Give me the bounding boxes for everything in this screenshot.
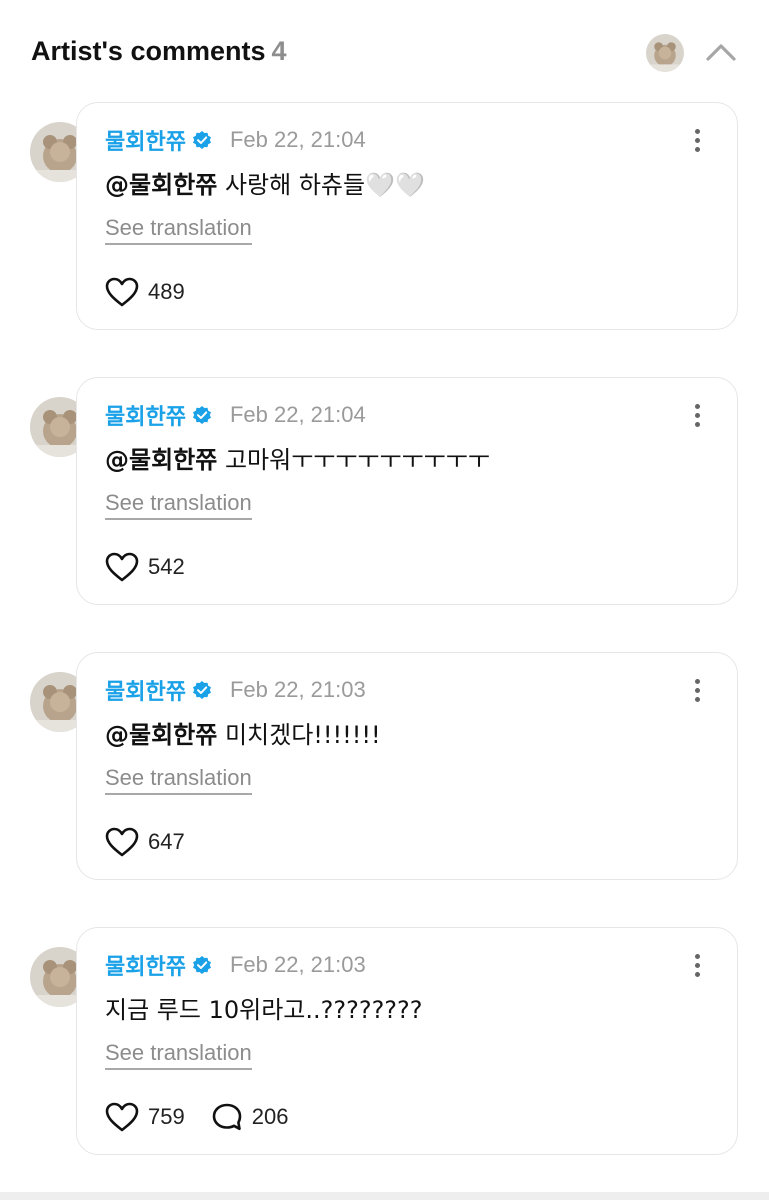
see-translation-link[interactable]: See translation: [105, 490, 252, 520]
comment-card: 물회한쮸 Feb 22, 21:04 @물회한쮸 고마워ㅜㅜㅜㅜㅜㅜㅜㅜㅜ Se…: [76, 377, 738, 605]
mention[interactable]: @물회한쮸: [105, 446, 217, 474]
heart-icon: [105, 277, 139, 307]
comment-count: 4: [271, 36, 287, 66]
section-title-text: Artist's comments: [31, 36, 266, 66]
see-translation-link[interactable]: See translation: [105, 1040, 252, 1070]
comment-body: 사랑해 하츄들🤍🤍: [217, 171, 425, 199]
comment-body: 고마워ㅜㅜㅜㅜㅜㅜㅜㅜㅜ: [217, 446, 490, 474]
author-name[interactable]: 물회한쮸: [105, 674, 186, 706]
comment-item: 물회한쮸 Feb 22, 21:04 @물회한쮸 고마워ㅜㅜㅜㅜㅜㅜㅜㅜㅜ Se…: [0, 377, 769, 609]
like-button[interactable]: 647: [105, 827, 185, 857]
like-button[interactable]: 542: [105, 552, 185, 582]
author-name[interactable]: 물회한쮸: [105, 124, 186, 156]
comment-card: 물회한쮸 Feb 22, 21:03 지금 루드 10위라고..????????…: [76, 927, 738, 1155]
heart-icon: [105, 827, 139, 857]
like-count: 489: [148, 279, 185, 304]
like-count: 542: [148, 554, 185, 579]
bottom-divider: [0, 1192, 769, 1200]
more-options-icon[interactable]: [685, 125, 709, 155]
comment-card: 물회한쮸 Feb 22, 21:03 @물회한쮸 미치겠다!!!!!!! See…: [76, 652, 738, 880]
more-options-icon[interactable]: [685, 675, 709, 705]
comment-text: @물회한쮸 고마워ㅜㅜㅜㅜㅜㅜㅜㅜㅜ: [105, 440, 490, 475]
mention[interactable]: @물회한쮸: [105, 721, 217, 749]
comment-item: 물회한쮸 Feb 22, 21:03 @물회한쮸 미치겠다!!!!!!! See…: [0, 652, 769, 884]
artist-avatar[interactable]: [646, 34, 684, 72]
speech-bubble-icon: [212, 1103, 242, 1131]
comment-text: 지금 루드 10위라고..????????: [105, 990, 423, 1025]
comment-date: Feb 22, 21:04: [229, 402, 366, 427]
like-button[interactable]: 489: [105, 277, 185, 307]
comment-date: Feb 22, 21:03: [229, 677, 366, 702]
verified-badge-icon: [192, 681, 211, 699]
reply-count: 206: [251, 1104, 289, 1129]
verified-badge-icon: [192, 131, 211, 149]
comment-text: @물회한쮸 미치겠다!!!!!!!: [105, 715, 381, 750]
comment-date: Feb 22, 21:04: [229, 127, 366, 152]
comment-date: Feb 22, 21:03: [229, 952, 366, 977]
author-name[interactable]: 물회한쮸: [105, 949, 186, 981]
like-count: 647: [148, 829, 185, 854]
comment-text: @물회한쮸 사랑해 하츄들🤍🤍: [105, 165, 425, 200]
comment-body: 미치겠다!!!!!!!: [217, 721, 381, 749]
heart-icon: [105, 552, 139, 582]
reply-button[interactable]: 206: [211, 1102, 289, 1132]
section-title: Artist's comments 4: [31, 36, 287, 67]
comment-item: 물회한쮸 Feb 22, 21:04 @물회한쮸 사랑해 하츄들🤍🤍 See t…: [0, 102, 769, 334]
collapse-button[interactable]: [702, 36, 740, 68]
mention[interactable]: @물회한쮸: [105, 171, 217, 199]
chevron-up-icon: [706, 44, 736, 61]
comment-item: 물회한쮸 Feb 22, 21:03 지금 루드 10위라고..????????…: [0, 927, 769, 1159]
author-name[interactable]: 물회한쮸: [105, 399, 186, 431]
like-button[interactable]: 759: [105, 1102, 185, 1132]
see-translation-link[interactable]: See translation: [105, 215, 252, 245]
verified-badge-icon: [192, 406, 211, 424]
comment-card: 물회한쮸 Feb 22, 21:04 @물회한쮸 사랑해 하츄들🤍🤍 See t…: [76, 102, 738, 330]
more-options-icon[interactable]: [685, 950, 709, 980]
heart-icon: [105, 1102, 139, 1132]
more-options-icon[interactable]: [685, 400, 709, 430]
comment-body: 지금 루드 10위라고..????????: [105, 996, 423, 1024]
like-count: 759: [148, 1104, 185, 1129]
see-translation-link[interactable]: See translation: [105, 765, 252, 795]
verified-badge-icon: [192, 956, 211, 974]
comments-header: Artist's comments 4: [0, 0, 769, 100]
